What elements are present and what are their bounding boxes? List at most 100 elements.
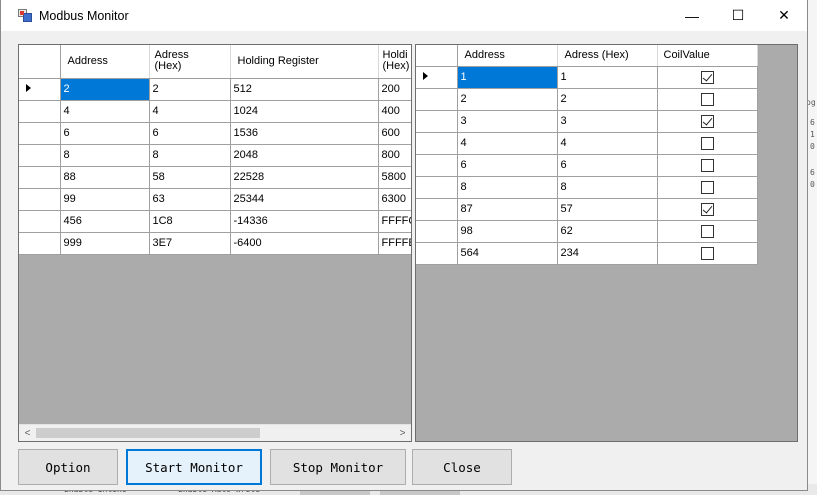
row-header[interactable] (19, 210, 61, 233)
column-header-coil-value[interactable]: CoilValue (657, 45, 758, 67)
table-cell[interactable]: 512 (230, 78, 379, 101)
row-header[interactable] (19, 166, 61, 189)
column-header-address-hex[interactable]: Adress (Hex) (149, 45, 231, 79)
table-cell[interactable]: 234 (557, 242, 658, 265)
row-header-corner[interactable] (19, 45, 61, 79)
coil-value-checkbox[interactable] (700, 202, 714, 216)
scroll-left-arrow[interactable]: < (19, 425, 36, 441)
row-header[interactable] (19, 188, 61, 211)
coil-value-checkbox[interactable] (700, 158, 714, 172)
option-button[interactable]: Option (18, 449, 118, 485)
table-row[interactable]: 6 6 1536 600 (19, 122, 411, 145)
coil-grid[interactable]: Address Adress (Hex) CoilValue 112233446… (415, 44, 798, 442)
row-header[interactable] (19, 78, 61, 101)
table-cell[interactable]: 999 (60, 232, 150, 255)
row-header[interactable] (416, 220, 458, 243)
row-header[interactable] (19, 232, 61, 255)
table-cell[interactable]: 1536 (230, 122, 379, 145)
table-row[interactable]: 9993E7-6400FFFFE (19, 232, 411, 255)
column-header-address-hex[interactable]: Adress (Hex) (557, 45, 658, 67)
table-row[interactable]: 22 (416, 88, 758, 111)
table-cell[interactable]: 58 (149, 166, 231, 189)
coil-value-cell[interactable] (657, 220, 758, 243)
close-window-button[interactable]: ✕ (761, 0, 807, 31)
table-row[interactable]: 4 4 1024 400 (19, 100, 411, 123)
scroll-right-arrow[interactable]: > (394, 425, 411, 441)
table-cell[interactable]: 800 (378, 144, 411, 167)
table-row[interactable]: 87 57 (416, 198, 758, 221)
table-row[interactable]: 99 63 25344 6300 (19, 188, 411, 211)
column-header-holding-hex[interactable]: Holdi (Hex) (378, 45, 411, 79)
row-header[interactable] (416, 110, 458, 133)
coil-value-cell[interactable] (657, 66, 758, 89)
table-cell[interactable]: 6 (457, 154, 558, 177)
table-cell[interactable]: FFFFE (378, 232, 411, 255)
column-header-address[interactable]: Address (457, 45, 558, 67)
column-header-address[interactable]: Address (60, 45, 150, 79)
table-cell[interactable]: 5800 (378, 166, 411, 189)
table-cell[interactable]: 6 (60, 122, 150, 145)
table-row[interactable]: 98 62 (416, 220, 758, 243)
coil-value-cell[interactable] (657, 242, 758, 265)
table-cell[interactable]: 3 (457, 110, 558, 133)
table-cell[interactable]: 200 (378, 78, 411, 101)
table-cell[interactable]: 4 (60, 100, 150, 123)
coil-value-cell[interactable] (657, 110, 758, 133)
table-row[interactable]: 2 2 512 200 (19, 78, 411, 101)
table-cell[interactable]: 456 (60, 210, 150, 233)
coil-value-checkbox[interactable] (700, 92, 714, 106)
table-cell[interactable]: 8 (557, 176, 658, 199)
row-header[interactable] (416, 176, 458, 199)
row-header[interactable] (416, 198, 458, 221)
table-cell[interactable]: 63 (149, 188, 231, 211)
table-cell[interactable]: 6 (557, 154, 658, 177)
row-header[interactable] (416, 66, 458, 89)
table-cell[interactable]: FFFFC (378, 210, 411, 233)
table-row[interactable]: 88 (416, 176, 758, 199)
table-cell[interactable]: 25344 (230, 188, 379, 211)
holding-register-grid[interactable]: Address Adress (Hex) Holding Register Ho… (18, 44, 412, 442)
coil-value-checkbox[interactable] (700, 224, 714, 238)
coil-value-checkbox[interactable] (700, 114, 714, 128)
coil-value-cell[interactable] (657, 154, 758, 177)
table-cell[interactable]: 8 (149, 144, 231, 167)
row-header[interactable] (416, 132, 458, 155)
table-cell[interactable]: 2 (60, 78, 150, 101)
table-row[interactable]: 44 (416, 132, 758, 155)
table-cell[interactable]: 2 (149, 78, 231, 101)
table-cell[interactable]: 98 (457, 220, 558, 243)
maximize-button[interactable]: ☐ (715, 0, 761, 31)
table-cell[interactable]: -6400 (230, 232, 379, 255)
table-row[interactable]: 88 58 22528 5800 (19, 166, 411, 189)
table-row[interactable]: 564 234 (416, 242, 758, 265)
stop-monitor-button[interactable]: Stop Monitor (270, 449, 406, 485)
table-row[interactable]: 11 (416, 66, 758, 89)
table-cell[interactable]: 99 (60, 188, 150, 211)
table-cell[interactable]: 88 (60, 166, 150, 189)
column-header-holding-register[interactable]: Holding Register (230, 45, 379, 79)
table-cell[interactable]: 87 (457, 198, 558, 221)
row-header-corner[interactable] (416, 45, 458, 67)
table-cell[interactable]: 400 (378, 100, 411, 123)
row-header[interactable] (416, 242, 458, 265)
table-cell[interactable]: 2048 (230, 144, 379, 167)
row-header[interactable] (19, 100, 61, 123)
coil-value-checkbox[interactable] (700, 246, 714, 260)
coil-value-checkbox[interactable] (700, 70, 714, 84)
coil-value-checkbox[interactable] (700, 180, 714, 194)
row-header[interactable] (19, 122, 61, 145)
table-cell[interactable]: 6300 (378, 188, 411, 211)
coil-value-cell[interactable] (657, 132, 758, 155)
table-row[interactable]: 8 8 2048 800 (19, 144, 411, 167)
table-cell[interactable]: 1024 (230, 100, 379, 123)
start-monitor-button[interactable]: Start Monitor (126, 449, 262, 485)
horizontal-scrollbar[interactable]: < > (19, 424, 411, 441)
table-cell[interactable]: 3 (557, 110, 658, 133)
table-cell[interactable]: 22528 (230, 166, 379, 189)
table-cell[interactable]: 8 (60, 144, 150, 167)
table-cell[interactable]: 1 (557, 66, 658, 89)
title-bar[interactable]: Modbus Monitor — ☐ ✕ (1, 0, 807, 31)
coil-value-cell[interactable] (657, 88, 758, 111)
coil-value-cell[interactable] (657, 198, 758, 221)
table-cell[interactable]: 564 (457, 242, 558, 265)
